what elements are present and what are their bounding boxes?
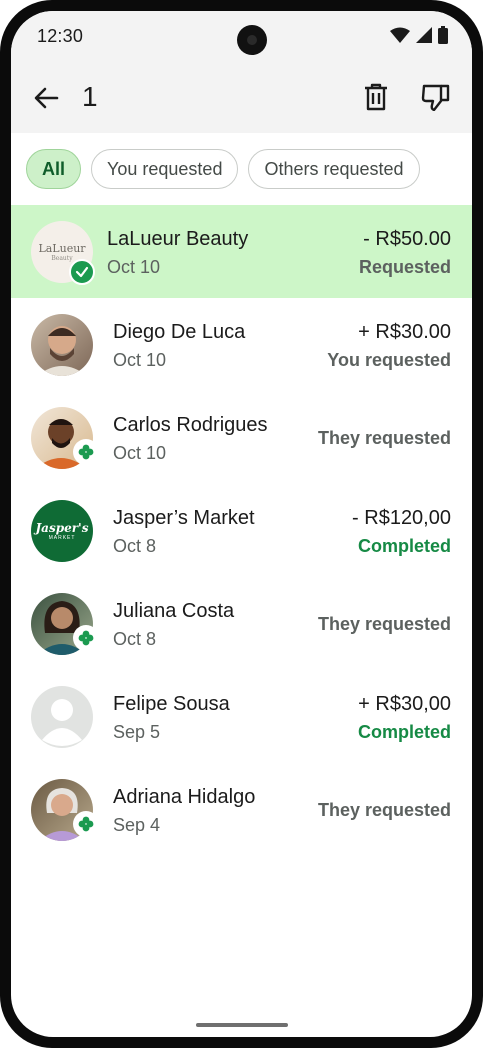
logo-text: Jasper's	[35, 521, 89, 535]
transaction-date: Oct 10	[113, 443, 167, 463]
selected-check-badge	[69, 259, 95, 285]
signal-icon	[416, 27, 432, 43]
trash-icon[interactable]	[363, 83, 389, 111]
transaction-status: You requested	[327, 350, 451, 370]
transaction-date: Oct 10	[113, 350, 167, 370]
wifi-icon	[390, 27, 410, 43]
transaction-row[interactable]: LaLueur Beauty LaLueur Beauty Oct 10 - R…	[11, 205, 472, 298]
avatar-placeholder	[31, 686, 93, 748]
status-icons	[390, 26, 448, 44]
chip-others-requested[interactable]: Others requested	[248, 149, 420, 189]
transaction-row[interactable]: Adriana Hidalgo Sep 4 They requested	[11, 763, 472, 856]
check-icon	[75, 266, 89, 278]
transaction-row[interactable]: Diego De Luca Oct 10 + R$30.00 You reque…	[11, 298, 472, 391]
logo-subtext: MARKET	[48, 535, 76, 541]
selected-count: 1	[82, 81, 98, 112]
logo-text: LaLueur	[38, 242, 86, 255]
contact-name: Felipe Sousa	[113, 693, 230, 715]
person-icon	[42, 699, 82, 746]
clover-icon	[78, 630, 94, 646]
transaction-date: Sep 5	[113, 722, 161, 742]
logo-subtext: Beauty	[51, 255, 73, 262]
transaction-list: LaLueur Beauty LaLueur Beauty Oct 10 - R…	[11, 205, 472, 856]
contact-name: Diego De Luca	[113, 321, 246, 343]
transaction-date: Oct 8	[113, 536, 157, 556]
transaction-status: They requested	[317, 800, 451, 820]
transaction-row[interactable]: Felipe Sousa Sep 5 + R$30,00 Completed	[11, 670, 472, 763]
app-badge	[73, 625, 99, 651]
transaction-row[interactable]: Carlos Rodrigues Oct 10 They requested	[11, 391, 472, 484]
contact-name: LaLueur Beauty	[107, 228, 249, 250]
person-photo	[37, 326, 87, 376]
transaction-row[interactable]: Jasper's MARKET Jasper’s Market Oct 8 - …	[11, 484, 472, 577]
transaction-status: They requested	[317, 428, 451, 448]
thumbs-down-icon[interactable]	[421, 83, 451, 111]
clover-icon	[78, 816, 94, 832]
transaction-date: Oct 8	[113, 629, 157, 649]
app-bar: 1	[11, 61, 472, 133]
app-badge	[73, 811, 99, 837]
filter-chips: All You requested Others requested	[26, 149, 420, 189]
phone-frame: 12:30 1 All You requested Others request…	[0, 0, 483, 1048]
back-arrow-icon[interactable]	[33, 85, 59, 111]
contact-name: Adriana Hidalgo	[113, 786, 256, 808]
transaction-amount: + R$30.00	[358, 321, 451, 343]
transaction-date: Sep 4	[113, 815, 161, 835]
transaction-amount: + R$30,00	[358, 693, 451, 715]
transaction-status: They requested	[317, 614, 451, 634]
transaction-amount: - R$50.00	[363, 228, 451, 250]
status-time: 12:30	[37, 25, 84, 46]
home-indicator[interactable]	[196, 1023, 288, 1027]
clover-icon	[78, 444, 94, 460]
transaction-status: Completed	[357, 536, 451, 556]
transaction-amount: - R$120,00	[352, 507, 451, 529]
battery-icon	[438, 26, 448, 44]
transaction-row[interactable]: Juliana Costa Oct 8 They requested	[11, 577, 472, 670]
front-camera	[237, 25, 267, 55]
avatar	[31, 314, 93, 376]
chip-you-requested[interactable]: You requested	[91, 149, 239, 189]
transaction-date: Oct 10	[107, 257, 161, 277]
chip-all[interactable]: All	[26, 149, 82, 189]
app-badge	[73, 439, 99, 465]
contact-name: Juliana Costa	[113, 600, 235, 622]
status-bar: 12:30	[11, 11, 472, 61]
merchant-logo-jaspers: Jasper's MARKET	[31, 500, 93, 562]
transaction-status: Requested	[358, 257, 451, 277]
contact-name: Carlos Rodrigues	[113, 414, 268, 436]
contact-name: Jasper’s Market	[113, 507, 255, 529]
transaction-status: Completed	[357, 722, 451, 742]
screen: 12:30 1 All You requested Others request…	[11, 11, 472, 1037]
